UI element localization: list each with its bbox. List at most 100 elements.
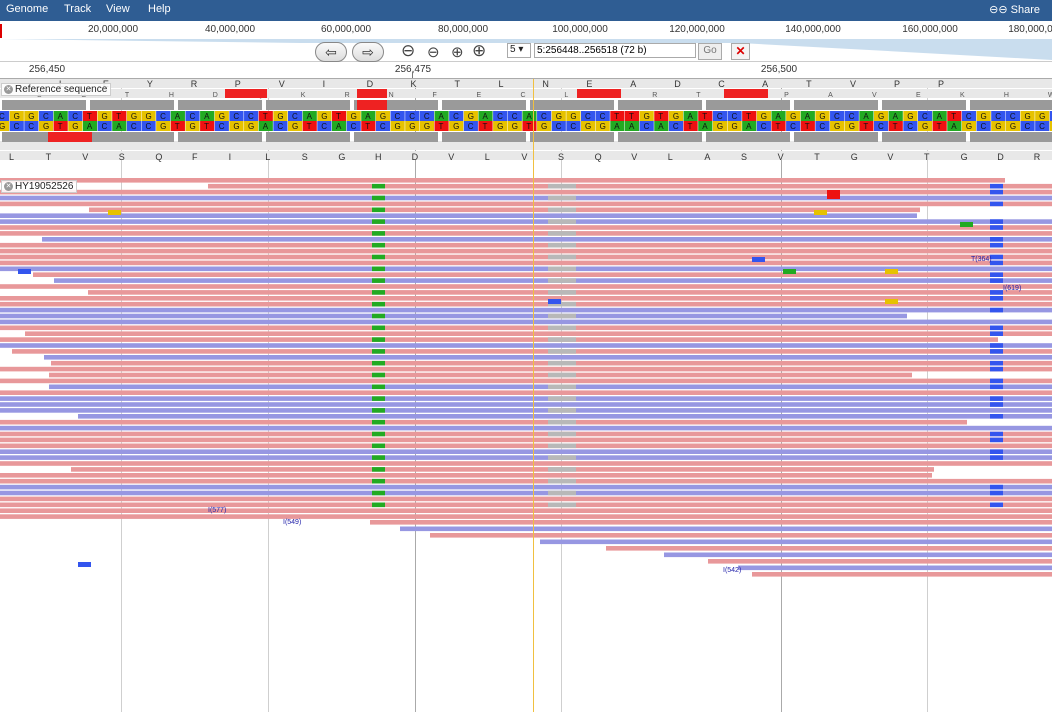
base-label: G [233,122,239,131]
zoom-in-max-icon[interactable]: ⊕ [472,41,486,61]
chromosome-select[interactable]: 5 ▾ [507,43,531,58]
amino-acid-label: V [887,152,893,162]
reference-sequence-track: LEYRPVIDKTLNEADCATVPPSGTHDQKRNFECLYRTMPA… [0,79,1052,162]
reference-track-label[interactable]: ✕ Reference sequence [1,83,112,96]
close-icon[interactable]: ✕ [4,84,13,94]
scale-label: 256,475 [394,64,432,75]
base-label: G [819,112,825,121]
base-label: C [131,122,137,131]
base-label: G [1039,112,1045,121]
insertion-label: I(549) [283,519,301,526]
back-button[interactable]: ⇦ [315,42,347,62]
base-label: G [248,122,254,131]
zoom-in-icon[interactable]: ⊕ [451,43,464,61]
zoom-out-max-icon[interactable]: ⊖ [401,41,415,61]
menu-help[interactable]: Help [148,3,171,15]
read [0,502,1052,508]
mismatch-base-A [372,219,385,224]
scale-label: 256,500 [760,64,798,75]
deletion-mark [548,396,576,401]
base-label: T [688,122,693,131]
base-label: T [175,122,180,131]
menu-genome[interactable]: Genome [6,3,48,15]
read [0,461,1052,466]
base-label: C [761,122,767,131]
mismatch-base-C [990,183,1003,189]
menu-track[interactable]: Track [64,3,91,15]
amino-acid-label: D [412,152,419,162]
read [0,254,1052,260]
menu-view[interactable]: View [106,3,130,15]
mismatch-base-A [372,313,385,319]
base-label: C [541,112,547,121]
read [0,437,1052,443]
overview-label: 20,000,000 [87,24,139,35]
base-label: G [907,112,913,121]
mismatch-base-C [990,402,1003,407]
read [0,284,1052,289]
amino-acid-label: T [814,152,820,162]
base-label: C [585,112,591,121]
read [0,178,1005,183]
reads-track-label[interactable]: ✕ HY19052526 [1,180,78,193]
deletion-mark [548,290,576,295]
amino-acid-label: S [558,152,564,162]
mismatch-base-C [990,502,1003,508]
menu-bar: Genome Track View Help ⊖⊖ Share [0,0,1052,21]
base-label: G [351,112,357,121]
mismatch-base-A [372,290,385,295]
amino-acid-label: L [485,152,490,162]
insertion-label: I(577) [208,507,226,514]
amino-acid-label: N [542,79,549,89]
base-label: A [263,122,269,131]
amino-acid-label: V [521,152,527,162]
base-label: G [761,112,767,121]
mismatch-base-C [990,449,1003,454]
mismatch-base-C [990,325,1003,331]
amino-acid-label: R [191,79,198,89]
mismatch-base-A [372,360,385,366]
overview-label: 120,000,000 [669,24,725,35]
sequence-row-bg [0,141,1052,150]
amino-acid-label: Q [155,152,162,162]
amino-acid-label: E [916,92,921,99]
deletion-mark [548,419,576,425]
base-label: T [658,112,663,121]
mismatch-base [814,210,827,215]
mismatch-base-A [372,349,385,354]
location-input[interactable] [534,43,696,58]
mismatch-base-C [990,343,1003,348]
base-label: T [937,122,942,131]
forward-button[interactable]: ⇨ [352,42,384,62]
base-label: C [102,122,108,131]
read [0,443,1052,449]
base-label: G [600,122,606,131]
translation-frame [794,132,878,142]
share-button[interactable]: ⊖⊖ Share [989,3,1040,16]
mismatch-base-A [372,431,385,437]
close-icon[interactable]: ✕ [4,181,13,191]
base-label: G [1025,112,1031,121]
go-button[interactable]: Go [698,43,722,60]
base-label: C [819,122,825,131]
read [752,572,1052,577]
read [370,520,1052,525]
center-line [533,79,534,712]
read [33,272,1052,277]
zoom-out-icon[interactable]: ⊖ [427,43,440,61]
amino-acid-label: D [997,152,1004,162]
mismatch-base-C [990,437,1003,443]
clear-highlight-button[interactable]: ✕ [731,43,750,60]
amino-acid-label: H [169,92,174,99]
base-label: C [717,112,723,121]
deletion-mark [548,278,576,283]
scale-label: 256,450 [28,64,66,75]
track-area[interactable]: LEYRPVIDKTLNEADCATVPPSGTHDQKRNFECLYRTMPA… [0,79,1052,712]
amino-acid-label: V [631,152,637,162]
base-label: G [834,122,840,131]
read [664,552,1052,558]
base-label: T [307,122,312,131]
base-label: C [14,122,20,131]
translation-frame [530,100,614,110]
alignment-reads-track[interactable]: T(364) I(619) I(577) I(549) I(542) [0,175,1052,705]
